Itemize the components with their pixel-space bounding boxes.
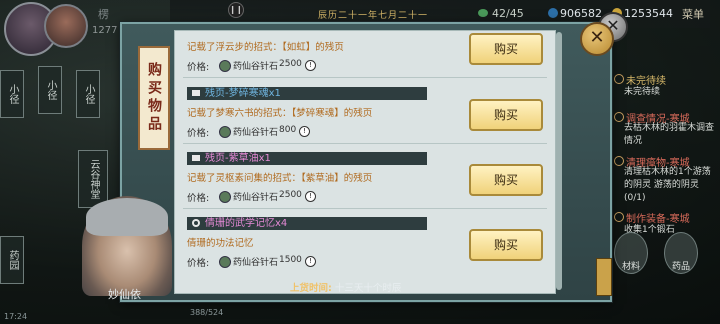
quest-panel: 未完待续 未完待续 调查情况-寒城 去枯木林的羽霍木调查情况 清理瘴物-寒城 清… — [610, 62, 720, 324]
map-node[interactable]: 小径 — [76, 70, 100, 118]
insufficient-icon: ! — [305, 256, 316, 267]
quest-marker-icon — [614, 112, 624, 122]
quest-body: 未完待续 — [624, 87, 661, 97]
companion-avatar[interactable] — [44, 4, 88, 48]
hp-readout: 388/524 — [190, 308, 224, 317]
item-price-label: 价格: — [187, 258, 210, 269]
quest-body: 清理枯木林的1个游荡的阴灵 游荡的阴灵(0/1) — [624, 167, 711, 203]
lantern-icon — [596, 258, 612, 296]
item-name: 残页-梦碎寒魂x1 — [205, 88, 281, 99]
scroll-icon — [192, 90, 200, 96]
quest-marker-icon — [614, 156, 624, 166]
medicine-button[interactable]: 药品 — [664, 232, 698, 274]
item-header: 倩珊的武学记忆x4 — [187, 217, 427, 230]
needle-stone-icon — [219, 60, 231, 72]
player-stat: 1277 — [92, 25, 118, 36]
item-description: 记载了浮云步的招式：【如虹】的残页 — [187, 42, 344, 53]
scroll-icon — [192, 155, 200, 161]
shop-item: 残页-梦碎寒魂x1 记载了梦寒六书的招式：【梦碎寒魂】的残页 价格: 药仙谷针石… — [183, 85, 547, 144]
buy-button[interactable]: 购买 — [469, 99, 543, 131]
item-cost: 2500 — [279, 190, 302, 200]
item-name: 残页-紫草油x1 — [205, 153, 271, 164]
needle-stone-icon — [219, 191, 231, 203]
item-price-label: 价格: — [187, 62, 210, 73]
buy-button[interactable]: 购买 — [469, 229, 543, 261]
materials-label: 材料 — [621, 262, 640, 272]
shop-item: 倩珊的武学记忆x4 倩珊的功法记忆 价格: 药仙谷针石 1500 ! 购买 — [183, 215, 547, 273]
player-name: 楞 — [98, 8, 109, 21]
clock: 17:24 — [4, 312, 28, 321]
npc-name: 妙仙依 — [108, 288, 141, 301]
menu-button[interactable]: 菜单 — [682, 6, 704, 22]
quest-marker-icon — [614, 74, 624, 84]
item-cost: 800 — [279, 125, 297, 135]
buy-button[interactable]: 购买 — [469, 33, 543, 65]
shop-item-list[interactable]: 记载了浮云步的招式：【如虹】的残页 价格: 药仙谷针石 2500 ! 购买 残页… — [174, 30, 556, 294]
restock-info: 上货时间: 十三天十个时辰 — [290, 280, 401, 294]
item-name: 倩珊的武学记忆x4 — [205, 218, 288, 229]
scrollbar[interactable] — [556, 32, 562, 290]
silver-icon — [548, 8, 558, 18]
item-price-label: 价格: — [187, 128, 210, 139]
buy-button[interactable]: 购买 — [469, 164, 543, 196]
memory-orb-icon — [192, 219, 200, 227]
item-description: 记载了灵枢素问集的招式：【紫草油】的残页 — [187, 173, 373, 184]
quest-title[interactable]: 制作装备-寒城 — [626, 210, 690, 225]
materials-button[interactable]: 材料 — [614, 232, 648, 274]
medicine-label: 药品 — [671, 262, 690, 272]
item-currency: 药仙谷针石 — [233, 128, 279, 138]
item-currency: 药仙谷针石 — [233, 62, 279, 72]
map-node[interactable]: 小径 — [0, 70, 24, 118]
item-currency: 药仙谷针石 — [233, 193, 279, 203]
game-date: 辰历二十一年七月二十一 — [318, 11, 429, 21]
quest-body: 去枯木林的羽霍木调查情况 — [624, 123, 715, 146]
shop-item: 残页-紫草油x1 记载了灵枢素问集的招式：【紫草油】的残页 价格: 药仙谷针石 … — [183, 150, 547, 209]
gold-value: 1253544 — [624, 7, 673, 20]
stamina-icon — [478, 9, 488, 17]
restock-label: 上货时间: — [290, 283, 332, 294]
shop-dialog: 购买物品 记载了浮云步的招式：【如虹】的残页 价格: 药仙谷针石 2500 ! … — [120, 22, 612, 302]
insufficient-icon: ! — [305, 191, 316, 202]
item-description: 记载了梦寒六书的招式：【梦碎寒魂】的残页 — [187, 108, 373, 119]
silver-value: 906582 — [560, 7, 602, 20]
item-currency: 药仙谷针石 — [233, 258, 279, 268]
pause-icon[interactable]: ❙❙ — [228, 2, 244, 18]
insufficient-icon: ! — [299, 126, 310, 137]
quest-title[interactable]: 未完待续 — [626, 72, 666, 87]
close-icon[interactable]: ✕ — [580, 22, 614, 56]
item-cost: 1500 — [279, 255, 302, 265]
insufficient-icon: ! — [305, 60, 316, 71]
needle-stone-icon — [219, 256, 231, 268]
restock-time: 十三天十个时辰 — [334, 283, 402, 294]
needle-stone-icon — [219, 126, 231, 138]
npc-headwear — [86, 198, 168, 236]
shop-item: 记载了浮云步的招式：【如虹】的残页 价格: 药仙谷针石 2500 ! 购买 — [183, 31, 547, 78]
item-header: 残页-梦碎寒魂x1 — [187, 87, 427, 100]
item-cost: 2500 — [279, 59, 302, 69]
quest-marker-icon — [614, 212, 624, 222]
item-description: 倩珊的功法记忆 — [187, 238, 254, 249]
stamina-value: 42/45 — [492, 7, 524, 20]
item-price-label: 价格: — [187, 193, 210, 204]
map-node[interactable]: 小径 — [38, 66, 62, 114]
map-node[interactable]: 药园 — [0, 236, 24, 284]
shop-tab-buy[interactable]: 购买物品 — [138, 46, 170, 150]
map-node[interactable]: 云谷神堂 — [78, 150, 108, 208]
item-header: 残页-紫草油x1 — [187, 152, 427, 165]
